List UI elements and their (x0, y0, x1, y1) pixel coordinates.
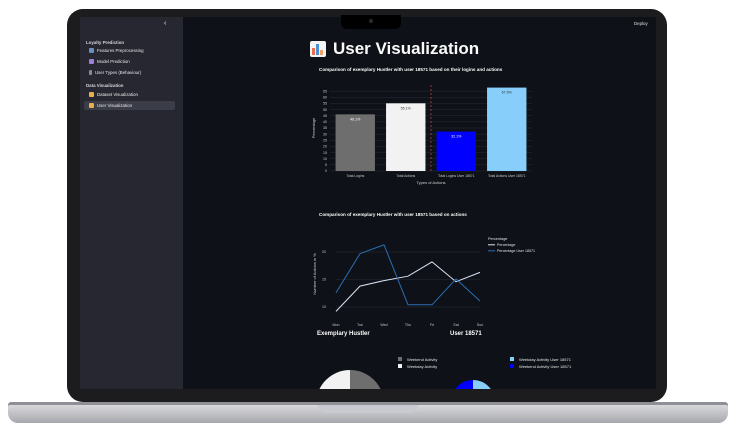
pie-chart-hustler (319, 370, 381, 389)
x-tick-label: Tue (357, 323, 363, 326)
y-tick-label: 20 (323, 145, 327, 149)
y-tick-label: 15 (323, 151, 327, 155)
chart-icon (89, 103, 94, 108)
sidebar-item-user-visualization[interactable]: User Visualization (84, 101, 175, 110)
y-tick-label: 65 (323, 89, 327, 93)
deploy-button[interactable]: Deploy (634, 21, 648, 26)
y-tick-label: 25 (323, 138, 327, 142)
x-tick-label: Total Logins User 18571 (438, 174, 475, 178)
legend-user-weekend: Weekend Activity User 18571 (519, 364, 572, 369)
x-tick-label: Wed (380, 323, 387, 326)
x-axis-label: Types of Actions (416, 180, 445, 185)
bar-chart: 0 5 10 15 20 25 30 35 40 45 50 55 60 65 46.1% Total Log… (311, 85, 532, 185)
pie-slice-user-weekday (473, 380, 491, 389)
legend-swatch-weekday (398, 364, 402, 368)
legend-swatch-weekend (398, 357, 402, 361)
app-window: ‹ Loyalty Prediction Features Preprocess… (80, 17, 656, 389)
pie-title-hustler: Exemplary Hustler (317, 331, 370, 337)
pie-title-user: User 18571 (450, 331, 482, 337)
robot-icon (89, 59, 94, 64)
sidebar-item-user-types[interactable]: User Types (Behaviour) (84, 68, 175, 77)
y-tick-label: 20 (322, 250, 326, 254)
legend-entry: Percentage User 18571 (497, 249, 535, 253)
page-title: User Visualization (333, 39, 480, 58)
page-header: User Visualization (310, 39, 479, 59)
bar-chart-icon (310, 41, 326, 57)
sidebar-item-model-prediction[interactable]: Model Prediction (84, 57, 175, 66)
bar-data-label: 32.1% (451, 135, 462, 139)
sidebar: ‹ Loyalty Prediction Features Preprocess… (80, 17, 183, 389)
x-tick-label: Total Actions User 18571 (488, 174, 526, 178)
legend-swatch-user-weekday (510, 357, 514, 361)
y-tick-label: 35 (323, 126, 327, 130)
legend-title: Percentage (488, 237, 507, 241)
y-tick-label: 40 (323, 120, 327, 124)
sidebar-item-label: User Types (Behaviour) (95, 70, 142, 75)
sidebar-item-label: Features Preprocessing (97, 48, 144, 53)
x-tick-label: Mon (333, 323, 340, 326)
y-tick-label: 10 (322, 305, 326, 309)
y-axis-label: Percentage (311, 117, 316, 138)
camera-icon (369, 19, 373, 23)
y-axis-label: Number of Actions in % (312, 253, 317, 295)
sidebar-item-label: User Visualization (97, 103, 133, 108)
collapse-sidebar-icon[interactable]: ‹ (164, 20, 166, 27)
y-tick-label: 0 (325, 169, 327, 173)
y-tick-label: 45 (323, 114, 327, 118)
bar-chart-title: Comparison of exemplary Hustler with use… (319, 67, 503, 72)
legend-weekend-activity: Weekend Activity (407, 357, 438, 362)
bar (487, 87, 527, 171)
chart-icon (89, 92, 94, 97)
legend-entry: Percentage (497, 243, 515, 247)
x-tick-label: Sat (453, 323, 458, 326)
wrench-icon (89, 48, 94, 53)
sidebar-section-loyalty: Loyalty Prediction (86, 40, 125, 45)
x-tick-label: Thu (405, 323, 411, 326)
sidebar-section-data-visualization: Data Visualization (86, 83, 124, 88)
legend-swatch-user-weekend (510, 364, 514, 368)
y-tick-label: 5 (325, 163, 327, 167)
bar-data-label: 46.1% (350, 117, 361, 121)
line-chart: 10 15 20 Mon Tue Wed Thu Fri Sat Sun Number of Act… (312, 237, 535, 326)
user-icon (89, 70, 92, 75)
camera-notch (341, 15, 401, 29)
pie-chart-user (455, 380, 491, 389)
sidebar-item-dataset-visualization[interactable]: Dataset Visualization (84, 90, 175, 99)
sidebar-item-label: Model Prediction (97, 59, 130, 64)
sidebar-item-features-preprocessing[interactable]: Features Preprocessing (84, 46, 175, 55)
x-tick-label: Total Logins (346, 174, 364, 178)
bar-data-label: 67.9% (502, 91, 513, 95)
bar (386, 103, 426, 171)
x-tick-label: Fri (430, 323, 434, 326)
series-line-2 (335, 244, 481, 306)
legend-weekday-activity: Weekday Activity (407, 364, 438, 369)
y-tick-label: 10 (323, 157, 327, 161)
pie-slice-weekday (319, 370, 350, 389)
y-tick-label: 60 (323, 95, 327, 99)
y-tick-label: 30 (323, 132, 327, 136)
line-chart-title: Comparison of exemplary Hustler with use… (319, 212, 467, 217)
pie-slice-weekend (350, 370, 381, 389)
y-tick-label: 55 (323, 102, 327, 106)
sidebar-item-label: Dataset Visualization (97, 92, 138, 97)
legend-user-weekday: Weekday Activity User 18571 (519, 357, 571, 362)
main-menu-icon[interactable]: ⋮ (655, 20, 656, 27)
y-tick-label: 15 (322, 278, 326, 282)
x-tick-label: Sun (477, 323, 483, 326)
x-tick-label: Total Actions (396, 174, 415, 178)
bar (335, 114, 375, 171)
bar-data-label: 55.1% (401, 106, 412, 110)
pie-slice-user-weekend (455, 380, 473, 389)
y-tick-label: 50 (323, 108, 327, 112)
laptop-opening-notch (318, 405, 418, 413)
